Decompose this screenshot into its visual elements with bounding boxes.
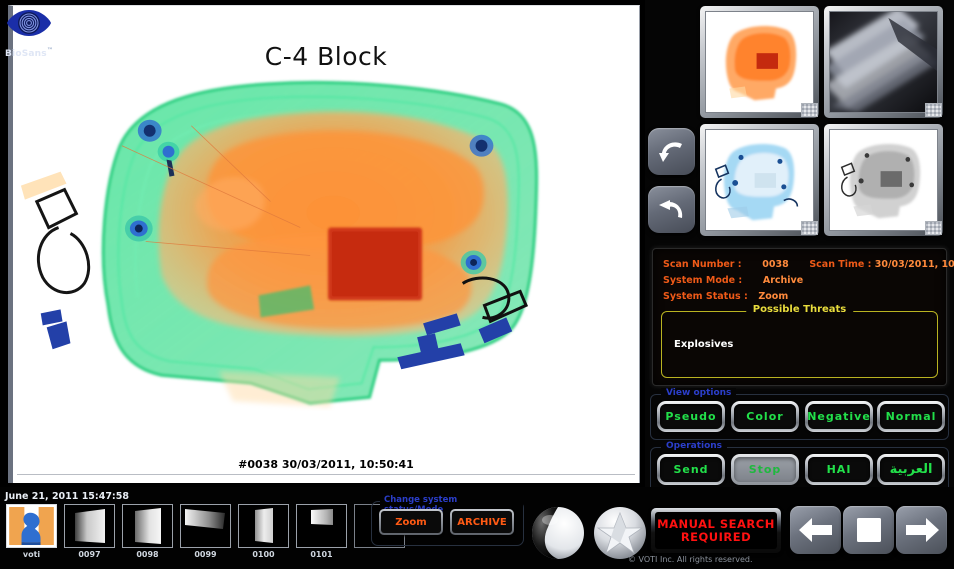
view-color-label: Color [734, 404, 796, 429]
operation-arabic-label: العربية [880, 457, 942, 482]
change-system-status-group: Change system status/Mode Zoom ARCHIVE [371, 495, 524, 546]
filmstrip-item-voti[interactable]: voti [6, 504, 57, 559]
square-stop-icon [856, 518, 881, 542]
view-normal-label: Normal [880, 404, 942, 429]
alert-line-1: MANUAL SEARCH [657, 516, 775, 531]
possible-threats-box: Possible Threats Explosives [661, 304, 938, 378]
scan-time-value: 30/03/2011, 10:50:41 [874, 259, 954, 270]
xray-viewer-panel: C-4 Block #0038 30/03/2011, 10:50:41 [0, 0, 645, 487]
threat-object-c4-block [327, 227, 423, 301]
arrow-left-icon [798, 518, 832, 542]
manual-search-alert[interactable]: MANUAL SEARCH REQUIRED [651, 508, 781, 553]
thumb-pseudo-color[interactable] [700, 6, 819, 118]
scan-number-value: 0038 [762, 259, 789, 270]
thumb-resize-handle[interactable] [801, 221, 818, 235]
system-status-label: System Status : [663, 291, 748, 302]
scan-number-label: Scan Number : [663, 259, 742, 270]
brand-name: BioSans™ [4, 47, 54, 59]
scan-caption: #0038 30/03/2011, 10:50:41 [238, 458, 414, 471]
thumb-resize-handle[interactable] [925, 221, 942, 235]
operation-stop-label: Stop [734, 457, 796, 482]
filmstrip-item-0097[interactable]: 0097 [64, 504, 115, 559]
filmstrip-caption: 0099 [194, 550, 217, 559]
contrast-sphere-icon[interactable] [530, 505, 586, 561]
filmstrip-thumb-image [297, 505, 346, 547]
star-sphere-icon[interactable] [592, 505, 648, 561]
filmstrip-thumb-image [123, 505, 172, 547]
view-negative-button[interactable]: Negative [805, 401, 873, 432]
scanner-application-window: C-4 Block #0038 30/03/2011, 10:50:41 Bio… [0, 0, 954, 569]
view-color-button[interactable]: Color [731, 401, 799, 432]
rotate-counterclockwise-button[interactable] [648, 186, 695, 233]
thumb-pseudo-image [706, 12, 813, 112]
archive-mode-label: ARCHIVE [452, 511, 512, 533]
arrow-right-icon [905, 518, 939, 542]
rotate-ccw-icon [658, 199, 682, 218]
scan-time-label: Scan Time : [809, 259, 872, 270]
operation-hai-label: HAI [808, 457, 870, 482]
thumb-grayscale[interactable] [824, 124, 943, 236]
possible-threats-legend: Possible Threats [745, 304, 854, 315]
view-options-group: View options Pseudo Color Negative Norma… [650, 388, 949, 440]
system-status-value: Zoom [758, 291, 789, 302]
copyright-text: © VOTI Inc. All rights reserved. [628, 555, 753, 564]
rotate-clockwise-button[interactable] [648, 128, 695, 175]
caption-divider [17, 474, 635, 475]
filmstrip-caption: 0098 [136, 550, 159, 559]
filmstrip-caption: 0101 [310, 550, 333, 559]
scan-number-row: Scan Number : 0038 Scan Time : 30/03/201… [663, 257, 954, 273]
threat-item: Explosives [674, 339, 734, 350]
thumb-resize-handle[interactable] [925, 103, 942, 117]
voti-logo-icon [9, 507, 54, 545]
thumb-grayscale-image [830, 130, 937, 230]
alert-line-2: REQUIRED [680, 529, 752, 544]
filmstrip-thumb-image [65, 505, 114, 547]
view-options-legend: View options [661, 388, 737, 398]
view-pseudo-label: Pseudo [660, 404, 722, 429]
thumb-photo-image [830, 12, 937, 112]
operation-send-button[interactable]: Send [657, 454, 725, 485]
xray-image[interactable] [13, 6, 639, 483]
view-negative-label: Negative [807, 404, 870, 429]
operation-send-label: Send [660, 457, 722, 482]
filmstrip-item-0101[interactable]: 0101 [296, 504, 347, 559]
xray-image-frame[interactable]: C-4 Block #0038 30/03/2011, 10:50:41 [8, 5, 640, 483]
thumbnail-grid [700, 6, 950, 237]
filmstrip-thumb-image [181, 505, 230, 547]
thumb-negative-image [706, 130, 813, 230]
filmstrip-caption: voti [22, 550, 41, 559]
rotate-cw-icon [658, 141, 682, 162]
filmstrip-item-0098[interactable]: 0098 [122, 504, 173, 559]
operation-stop-button[interactable]: Stop [731, 454, 799, 485]
system-mode-value: Archive [762, 275, 804, 286]
view-pseudo-button[interactable]: Pseudo [657, 401, 725, 432]
zoom-mode-button[interactable]: Zoom [379, 509, 443, 535]
scan-info-panel: Scan Number : 0038 Scan Time : 30/03/201… [652, 248, 954, 386]
page-title: C-4 Block [264, 42, 388, 71]
next-button[interactable] [896, 506, 947, 554]
view-normal-button[interactable]: Normal [877, 401, 945, 432]
zoom-mode-label: Zoom [381, 511, 441, 533]
thumb-negative-blue[interactable] [700, 124, 819, 236]
system-mode-row: System Mode : Archive [663, 273, 936, 289]
archive-mode-button[interactable]: ARCHIVE [450, 509, 514, 535]
filmstrip-caption: 0097 [78, 550, 101, 559]
system-status-row: System Status : Zoom [663, 289, 936, 305]
filmstrip-item-0100[interactable]: 0100 [238, 504, 289, 559]
stop-button[interactable] [843, 506, 894, 554]
operations-legend: Operations [661, 441, 728, 451]
eye-fingerprint-icon [7, 10, 51, 36]
system-mode-label: System Mode : [663, 275, 743, 286]
brand-logo: BioSans™ [3, 6, 55, 70]
system-clock: June 21, 2011 15:47:58 [5, 491, 129, 502]
operation-hai-button[interactable]: HAI [805, 454, 873, 485]
thumb-resize-handle[interactable] [801, 103, 818, 117]
operation-arabic-button[interactable]: العربية [877, 454, 945, 485]
filmstrip-item-0099[interactable]: 0099 [180, 504, 231, 559]
thumb-camera-photo[interactable] [824, 6, 943, 118]
filmstrip-thumb-image [239, 505, 288, 547]
filmstrip-caption: 0100 [252, 550, 275, 559]
previous-button[interactable] [790, 506, 841, 554]
